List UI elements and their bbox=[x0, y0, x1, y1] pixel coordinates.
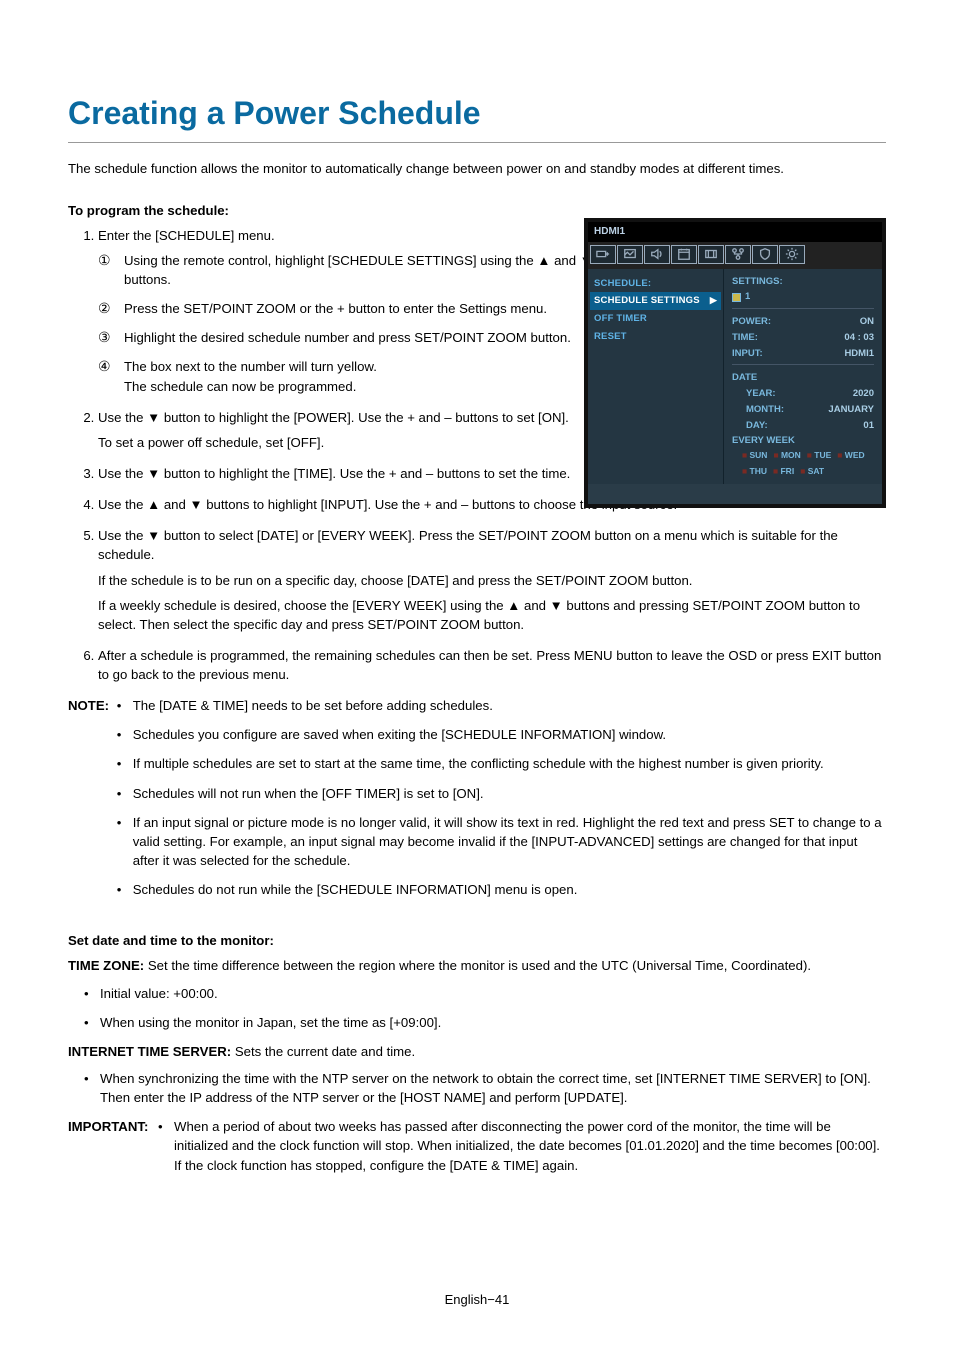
tz-bullet-1: Initial value: +00:00. bbox=[84, 984, 886, 1003]
osd-audio-icon bbox=[644, 245, 670, 264]
its-text: Sets the current date and time. bbox=[231, 1044, 415, 1059]
note-6: Schedules do not run while the [SCHEDULE… bbox=[117, 880, 886, 899]
step-6: After a schedule is programmed, the rema… bbox=[98, 646, 886, 684]
datetime-heading: Set date and time to the monitor: bbox=[68, 931, 886, 950]
step-1-text: Enter the [SCHEDULE] menu. bbox=[98, 228, 275, 243]
osd-settings-label: SETTINGS: bbox=[732, 275, 874, 289]
osd-left-item-2: RESET bbox=[594, 328, 717, 346]
osd-settings-index: 1 bbox=[745, 290, 750, 304]
osd-screenshot: HDMI1 SCHEDULE: SCHEDULE SETTINGS ▶ OFF T… bbox=[584, 218, 886, 508]
osd-picture-icon bbox=[617, 245, 643, 264]
step-2-text: Use the ▼ button to highlight the [POWER… bbox=[98, 410, 569, 425]
osd-menu-title: SCHEDULE: bbox=[594, 275, 717, 293]
osd-power-label: POWER: bbox=[732, 315, 771, 329]
osd-input-row-value: HDMI1 bbox=[844, 347, 874, 361]
osd-protect-icon bbox=[752, 245, 778, 264]
important-block: IMPORTANT: When a period of about two we… bbox=[68, 1117, 886, 1184]
its-bullet-1: When synchronizing the time with the NTP… bbox=[84, 1069, 886, 1107]
osd-network-icon bbox=[725, 245, 751, 264]
osd-day-tue: TUE bbox=[807, 449, 832, 461]
important-label: IMPORTANT: bbox=[68, 1117, 158, 1184]
osd-date-label: DATE bbox=[732, 371, 757, 385]
osd-slot-icon bbox=[698, 245, 724, 264]
note-2: Schedules you configure are saved when e… bbox=[117, 725, 886, 744]
osd-month-label: MONTH: bbox=[746, 403, 784, 417]
timezone-line: TIME ZONE: Set the time difference betwe… bbox=[68, 956, 886, 975]
step-5c: If a weekly schedule is desired, choose … bbox=[98, 596, 886, 634]
page-title: Creating a Power Schedule bbox=[68, 90, 886, 143]
osd-day-wed: WED bbox=[837, 449, 864, 461]
program-heading: To program the schedule: bbox=[68, 201, 886, 220]
osd-system-icon bbox=[779, 245, 805, 264]
osd-year-label: YEAR: bbox=[746, 387, 776, 401]
osd-day-label: DAY: bbox=[746, 419, 768, 433]
osd-day-sun: SUN bbox=[742, 449, 767, 461]
osd-settings-box bbox=[732, 293, 741, 302]
note-3: If multiple schedules are set to start a… bbox=[117, 754, 886, 773]
osd-day-fri: FRI bbox=[773, 465, 794, 477]
note-4: Schedules will not run when the [OFF TIM… bbox=[117, 784, 886, 803]
osd-year-value: 2020 bbox=[853, 387, 874, 401]
osd-everyweek-label: EVERY WEEK bbox=[732, 434, 795, 448]
osd-left-item-1: OFF TIMER bbox=[594, 310, 717, 328]
osd-footer-bar bbox=[588, 484, 882, 504]
osd-power-value: ON bbox=[860, 315, 874, 329]
step-1-sub-2: Press the SET/POINT ZOOM or the + button… bbox=[124, 299, 604, 318]
osd-input-row-label: INPUT: bbox=[732, 347, 763, 361]
osd-time-label: TIME: bbox=[732, 331, 758, 345]
osd-arrow-icon: ▶ bbox=[710, 294, 717, 308]
note-block: NOTE: The [DATE & TIME] needs to be set … bbox=[68, 696, 886, 909]
note-5: If an input signal or picture mode is no… bbox=[117, 813, 886, 870]
osd-time-value: 04 : 03 bbox=[844, 331, 874, 345]
osd-left-item-selected: SCHEDULE SETTINGS ▶ bbox=[590, 292, 721, 310]
timezone-label: TIME ZONE: bbox=[68, 958, 144, 973]
osd-day-thu: THU bbox=[742, 465, 767, 477]
tz-bullet-2: When using the monitor in Japan, set the… bbox=[84, 1013, 886, 1032]
important-bullet-1: When a period of about two weeks has pas… bbox=[158, 1117, 886, 1174]
step-1-sub-3: Highlight the desired schedule number an… bbox=[124, 328, 604, 347]
step-2-sub: To set a power off schedule, set [OFF]. bbox=[98, 433, 578, 452]
osd-schedule-icon bbox=[671, 245, 697, 264]
note-label: NOTE: bbox=[68, 696, 117, 909]
timezone-text: Set the time difference between the regi… bbox=[144, 958, 811, 973]
its-line: INTERNET TIME SERVER: Sets the current d… bbox=[68, 1042, 886, 1061]
osd-left-item-0: SCHEDULE SETTINGS bbox=[594, 294, 700, 308]
step-5b: If the schedule is to be run on a specif… bbox=[98, 571, 886, 590]
step-1-sub-1: Using the remote control, highlight [SCH… bbox=[124, 251, 604, 289]
step-5: Use the ▼ button to select [DATE] or [EV… bbox=[98, 526, 886, 634]
osd-input-label: HDMI1 bbox=[588, 222, 882, 242]
note-1: The [DATE & TIME] needs to be set before… bbox=[117, 696, 886, 715]
step-1-sub-4: The box next to the number will turn yel… bbox=[124, 357, 604, 395]
osd-day-value: 01 bbox=[863, 419, 874, 433]
osd-month-value: JANUARY bbox=[828, 403, 874, 417]
osd-day-mon: MON bbox=[773, 449, 800, 461]
osd-icon-row bbox=[588, 242, 882, 269]
page-footer: English−41 bbox=[0, 1291, 954, 1310]
osd-input-icon bbox=[590, 245, 616, 264]
step-1-sub-4b: The schedule can now be programmed. bbox=[124, 379, 356, 394]
osd-day-sat: SAT bbox=[800, 465, 824, 477]
step-1-sub-4a: The box next to the number will turn yel… bbox=[124, 359, 377, 374]
intro-text: The schedule function allows the monitor… bbox=[68, 159, 886, 178]
step-5a: Use the ▼ button to select [DATE] or [EV… bbox=[98, 528, 838, 562]
its-label: INTERNET TIME SERVER: bbox=[68, 1044, 231, 1059]
